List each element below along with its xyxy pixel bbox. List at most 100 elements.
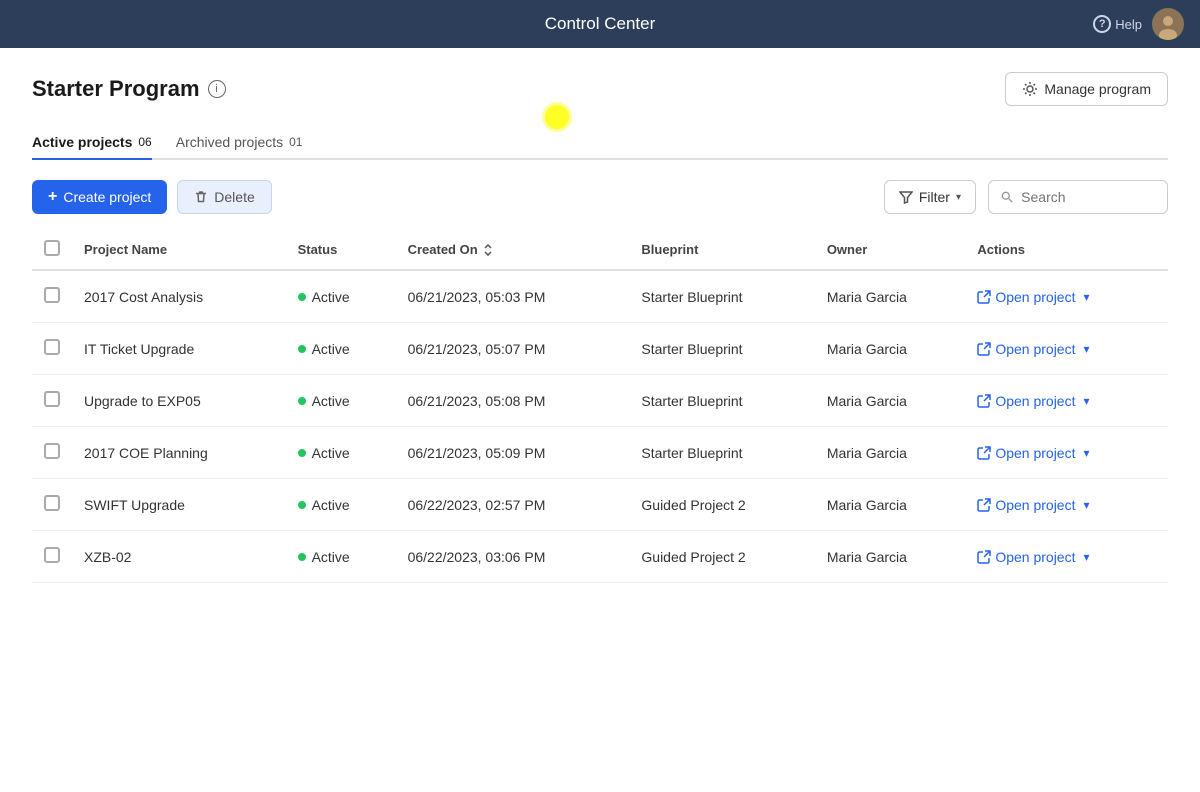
filter-icon (899, 190, 913, 204)
row-checkbox-cell (32, 323, 72, 375)
row-created-on: 06/21/2023, 05:09 PM (396, 427, 630, 479)
page-title-group: Starter Program i (32, 76, 226, 102)
tab-active-label: Active projects (32, 134, 132, 150)
avatar[interactable] (1152, 8, 1184, 40)
row-created-on: 06/21/2023, 05:07 PM (396, 323, 630, 375)
filter-button[interactable]: Filter ▾ (884, 180, 976, 214)
status-dot (298, 293, 306, 301)
external-link-icon (977, 394, 991, 408)
col-blueprint: Blueprint (629, 230, 814, 270)
row-blueprint: Guided Project 2 (629, 531, 814, 583)
external-link-icon (977, 550, 991, 564)
col-status: Status (286, 230, 396, 270)
filter-chevron: ▾ (956, 192, 961, 203)
action-dropdown-arrow[interactable]: ▾ (1080, 496, 1094, 514)
action-dropdown-arrow[interactable]: ▾ (1080, 392, 1094, 410)
status-dot (298, 501, 306, 509)
open-project-link[interactable]: Open project (977, 289, 1075, 305)
row-actions: Open project ▾ (965, 531, 1168, 583)
filter-label: Filter (919, 189, 950, 205)
row-created-on: 06/21/2023, 05:08 PM (396, 375, 630, 427)
external-link-icon (977, 498, 991, 512)
row-project-name: IT Ticket Upgrade (72, 323, 286, 375)
table-row: Upgrade to EXP05 Active 06/21/2023, 05:0… (32, 375, 1168, 427)
row-checkbox[interactable] (44, 443, 60, 459)
open-project-link[interactable]: Open project (977, 445, 1075, 461)
row-owner: Maria Garcia (815, 270, 966, 323)
sort-icon (482, 244, 494, 256)
main-content: Starter Program i Manage program Active … (0, 48, 1200, 792)
status-label: Active (312, 341, 350, 357)
row-owner: Maria Garcia (815, 479, 966, 531)
row-status: Active (286, 323, 396, 375)
page-header: Starter Program i Manage program (32, 72, 1168, 106)
open-project-link[interactable]: Open project (977, 341, 1075, 357)
info-icon[interactable]: i (208, 80, 226, 98)
search-box[interactable] (988, 180, 1168, 214)
help-link[interactable]: ? Help (1093, 15, 1142, 33)
action-dropdown-arrow[interactable]: ▾ (1080, 288, 1094, 306)
row-blueprint: Starter Blueprint (629, 270, 814, 323)
row-checkbox-cell (32, 270, 72, 323)
table-row: XZB-02 Active 06/22/2023, 03:06 PM Guide… (32, 531, 1168, 583)
status-dot (298, 397, 306, 405)
row-owner: Maria Garcia (815, 531, 966, 583)
row-created-on: 06/21/2023, 05:03 PM (396, 270, 630, 323)
external-link-icon (977, 290, 991, 304)
action-dropdown-arrow[interactable]: ▾ (1080, 340, 1094, 358)
row-checkbox[interactable] (44, 287, 60, 303)
row-actions: Open project ▾ (965, 375, 1168, 427)
search-icon (1001, 190, 1013, 204)
search-input[interactable] (1021, 189, 1155, 205)
manage-program-button[interactable]: Manage program (1005, 72, 1168, 106)
open-project-link[interactable]: Open project (977, 497, 1075, 513)
row-project-name: Upgrade to EXP05 (72, 375, 286, 427)
row-blueprint: Guided Project 2 (629, 479, 814, 531)
row-project-name: XZB-02 (72, 531, 286, 583)
tab-archived-label: Archived projects (176, 134, 283, 150)
status-label: Active (312, 497, 350, 513)
table-row: 2017 COE Planning Active 06/21/2023, 05:… (32, 427, 1168, 479)
tab-active-projects[interactable]: Active projects 06 (32, 126, 152, 160)
trash-icon (194, 190, 208, 204)
row-status: Active (286, 427, 396, 479)
action-dropdown-arrow[interactable]: ▾ (1080, 444, 1094, 462)
create-project-button[interactable]: + Create project (32, 180, 167, 214)
help-icon: ? (1093, 15, 1111, 33)
page-title: Starter Program (32, 76, 200, 102)
col-actions: Actions (965, 230, 1168, 270)
row-checkbox-cell (32, 531, 72, 583)
table-row: 2017 Cost Analysis Active 06/21/2023, 05… (32, 270, 1168, 323)
delete-button[interactable]: Delete (177, 180, 271, 214)
col-checkbox (32, 230, 72, 270)
row-checkbox[interactable] (44, 339, 60, 355)
open-project-link[interactable]: Open project (977, 549, 1075, 565)
row-status: Active (286, 375, 396, 427)
delete-label: Delete (214, 189, 254, 205)
external-link-icon (977, 342, 991, 356)
row-actions: Open project ▾ (965, 270, 1168, 323)
tab-archived-projects[interactable]: Archived projects 01 (176, 126, 303, 160)
row-blueprint: Starter Blueprint (629, 375, 814, 427)
tab-archived-badge: 01 (289, 135, 302, 149)
row-project-name: 2017 COE Planning (72, 427, 286, 479)
select-all-checkbox[interactable] (44, 240, 60, 256)
row-checkbox[interactable] (44, 495, 60, 511)
row-checkbox[interactable] (44, 391, 60, 407)
table-header: Project Name Status Created On (32, 230, 1168, 270)
col-created-on[interactable]: Created On (396, 230, 630, 270)
gear-icon (1022, 81, 1038, 97)
row-checkbox[interactable] (44, 547, 60, 563)
tabs: Active projects 06 Archived projects 01 (32, 126, 1168, 160)
table-container: Project Name Status Created On (32, 230, 1168, 583)
help-label: Help (1115, 17, 1142, 32)
status-label: Active (312, 393, 350, 409)
top-nav: Control Center ? Help (0, 0, 1200, 48)
status-label: Active (312, 289, 350, 305)
action-dropdown-arrow[interactable]: ▾ (1080, 548, 1094, 566)
toolbar-left: + Create project Delete (32, 180, 272, 214)
row-project-name: SWIFT Upgrade (72, 479, 286, 531)
row-status: Active (286, 531, 396, 583)
open-project-link[interactable]: Open project (977, 393, 1075, 409)
plus-icon: + (48, 188, 57, 206)
